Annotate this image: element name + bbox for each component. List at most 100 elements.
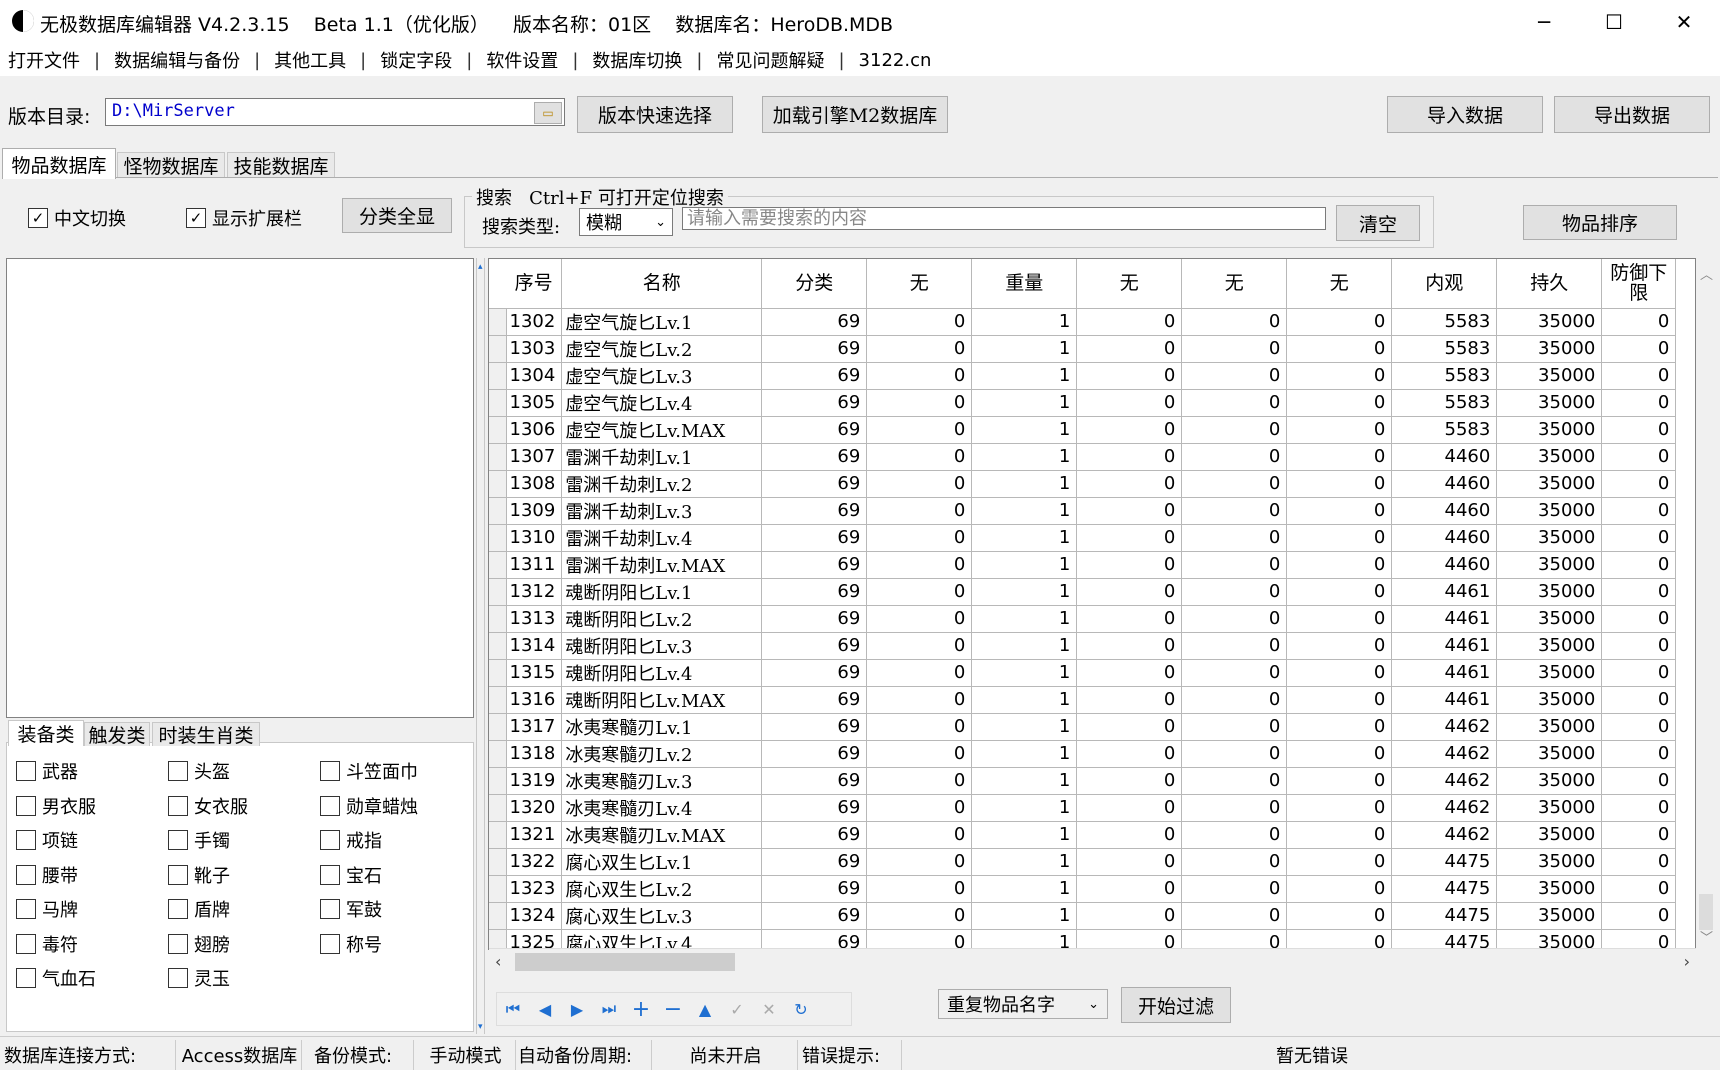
table-cell[interactable]: 0 <box>1601 929 1677 949</box>
table-cell[interactable]: 0 <box>866 713 973 741</box>
table-cell[interactable]: 69 <box>761 308 868 336</box>
table-cell[interactable]: 魂断阴阳匕Lv.2 <box>561 605 763 633</box>
table-cell[interactable]: 69 <box>761 848 868 876</box>
table-cell[interactable]: 35000 <box>1496 767 1603 795</box>
table-cell[interactable]: 0 <box>1286 389 1393 417</box>
table-cell[interactable]: 0 <box>1601 524 1677 552</box>
table-row[interactable]: 1304 虚空气旋匕Lv.3 69 0 1 0 0 0 5583 35000 0 <box>489 362 1677 390</box>
table-cell[interactable]: 冰夷寒髓刃Lv.1 <box>561 713 763 741</box>
next-record-icon[interactable]: ▶ <box>561 993 593 1025</box>
table-cell[interactable]: 4460 <box>1391 443 1498 471</box>
table-cell[interactable]: 雷渊千劫刺Lv.2 <box>561 470 763 498</box>
horizontal-scrollbar[interactable]: ‹ › <box>489 948 1696 974</box>
table-cell[interactable]: 0 <box>1601 605 1677 633</box>
table-cell[interactable]: 0 <box>1286 605 1393 633</box>
search-type-select[interactable]: 模糊 ⌄ <box>579 208 673 236</box>
table-cell[interactable]: 0 <box>1181 308 1288 336</box>
scroll-down-icon[interactable]: ﹀ <box>1700 927 1713 946</box>
row-indicator[interactable] <box>489 443 507 471</box>
table-cell[interactable]: 0 <box>1286 848 1393 876</box>
quick-select-button[interactable]: 版本快速选择 <box>577 96 733 133</box>
table-cell[interactable]: 腐心双生匕Lv.4 <box>561 929 763 949</box>
table-cell[interactable]: 1 <box>971 497 1078 525</box>
table-cell[interactable]: 0 <box>1076 875 1183 903</box>
table-cell[interactable]: 1 <box>971 767 1078 795</box>
category-checkbox[interactable]: 军鼓 <box>320 896 382 922</box>
row-indicator[interactable] <box>489 902 507 930</box>
table-row[interactable]: 1307 雷渊千劫刺Lv.1 69 0 1 0 0 0 4460 35000 0 <box>489 443 1677 471</box>
table-cell[interactable]: 1 <box>971 308 1078 336</box>
filter-select[interactable]: 重复物品名字 ⌄ <box>938 989 1108 1019</box>
table-cell[interactable]: 69 <box>761 443 868 471</box>
table-cell[interactable]: 虚空气旋匕Lv.1 <box>561 308 763 336</box>
import-button[interactable]: 导入数据 <box>1387 96 1543 133</box>
table-cell[interactable]: 冰夷寒髓刃Lv.2 <box>561 740 763 768</box>
table-cell[interactable]: 0 <box>1181 443 1288 471</box>
table-row[interactable]: 1311 雷渊千劫刺Lv.MAX 69 0 1 0 0 0 4460 35000 0 <box>489 551 1677 579</box>
table-cell[interactable]: 1323 <box>506 875 563 903</box>
tab-items[interactable]: 物品数据库 <box>2 148 116 179</box>
table-cell[interactable]: 69 <box>761 659 868 687</box>
table-cell[interactable]: 69 <box>761 389 868 417</box>
table-cell[interactable]: 69 <box>761 632 868 660</box>
table-cell[interactable]: 35000 <box>1496 470 1603 498</box>
table-cell[interactable]: 0 <box>1286 686 1393 714</box>
table-cell[interactable]: 0 <box>1601 686 1677 714</box>
table-cell[interactable]: 0 <box>1181 605 1288 633</box>
menu-db-switch[interactable]: 数据库切换 <box>592 47 682 73</box>
table-cell[interactable]: 0 <box>1601 875 1677 903</box>
tab-monsters[interactable]: 怪物数据库 <box>117 152 225 178</box>
table-cell[interactable]: 0 <box>1181 713 1288 741</box>
table-row[interactable]: 1309 雷渊千劫刺Lv.3 69 0 1 0 0 0 4460 35000 0 <box>489 497 1677 525</box>
table-cell[interactable]: 1321 <box>506 821 563 849</box>
table-cell[interactable]: 4462 <box>1391 713 1498 741</box>
table-cell[interactable]: 1309 <box>506 497 563 525</box>
category-checkbox[interactable]: 翅膀 <box>168 931 230 957</box>
table-cell[interactable]: 0 <box>1286 659 1393 687</box>
menu-open-file[interactable]: 打开文件 <box>8 47 80 73</box>
table-cell[interactable]: 冰夷寒髓刃Lv.3 <box>561 767 763 795</box>
scroll-thumb[interactable] <box>1699 894 1713 930</box>
table-cell[interactable]: 1 <box>971 632 1078 660</box>
table-cell[interactable]: 69 <box>761 740 868 768</box>
table-cell[interactable]: 0 <box>1601 794 1677 822</box>
table-cell[interactable]: 0 <box>1076 632 1183 660</box>
table-cell[interactable]: 1307 <box>506 443 563 471</box>
table-cell[interactable]: 雷渊千劫刺Lv.4 <box>561 524 763 552</box>
table-cell[interactable]: 1 <box>971 443 1078 471</box>
menu-settings[interactable]: 软件设置 <box>486 47 558 73</box>
table-cell[interactable]: 0 <box>1286 308 1393 336</box>
table-cell[interactable]: 1 <box>971 794 1078 822</box>
table-cell[interactable]: 1311 <box>506 551 563 579</box>
table-cell[interactable]: 0 <box>1286 497 1393 525</box>
table-cell[interactable]: 69 <box>761 875 868 903</box>
table-row[interactable]: 1323 腐心双生匕Lv.2 69 0 1 0 0 0 4475 35000 0 <box>489 875 1677 903</box>
table-row[interactable]: 1317 冰夷寒髓刃Lv.1 69 0 1 0 0 0 4462 35000 0 <box>489 713 1677 741</box>
table-cell[interactable]: 虚空气旋匕Lv.3 <box>561 362 763 390</box>
table-cell[interactable]: 0 <box>1286 794 1393 822</box>
table-cell[interactable]: 1313 <box>506 605 563 633</box>
table-cell[interactable]: 0 <box>1286 713 1393 741</box>
table-cell[interactable]: 69 <box>761 821 868 849</box>
column-header[interactable]: 持久 <box>1496 259 1603 309</box>
category-checkbox[interactable]: 戒指 <box>320 827 382 853</box>
table-cell[interactable]: 0 <box>866 740 973 768</box>
table-cell[interactable]: 0 <box>1076 416 1183 444</box>
table-cell[interactable]: 35000 <box>1496 875 1603 903</box>
table-cell[interactable]: 0 <box>1181 902 1288 930</box>
table-cell[interactable]: 0 <box>1076 362 1183 390</box>
table-row[interactable]: 1312 魂断阴阳匕Lv.1 69 0 1 0 0 0 4461 35000 0 <box>489 578 1677 606</box>
table-cell[interactable]: 1320 <box>506 794 563 822</box>
category-checkbox[interactable]: 武器 <box>16 758 78 784</box>
table-cell[interactable]: 69 <box>761 713 868 741</box>
column-header[interactable]: 内观 <box>1391 259 1498 309</box>
table-cell[interactable]: 腐心双生匕Lv.2 <box>561 875 763 903</box>
table-cell[interactable]: 0 <box>866 902 973 930</box>
table-row[interactable]: 1319 冰夷寒髓刃Lv.3 69 0 1 0 0 0 4462 35000 0 <box>489 767 1677 795</box>
row-indicator[interactable] <box>489 848 507 876</box>
table-cell[interactable]: 1310 <box>506 524 563 552</box>
table-row[interactable]: 1308 雷渊千劫刺Lv.2 69 0 1 0 0 0 4460 35000 0 <box>489 470 1677 498</box>
table-cell[interactable]: 69 <box>761 362 868 390</box>
table-row[interactable]: 1306 虚空气旋匕Lv.MAX 69 0 1 0 0 0 5583 35000 0 <box>489 416 1677 444</box>
tab-trigger[interactable]: 触发类 <box>84 722 150 747</box>
